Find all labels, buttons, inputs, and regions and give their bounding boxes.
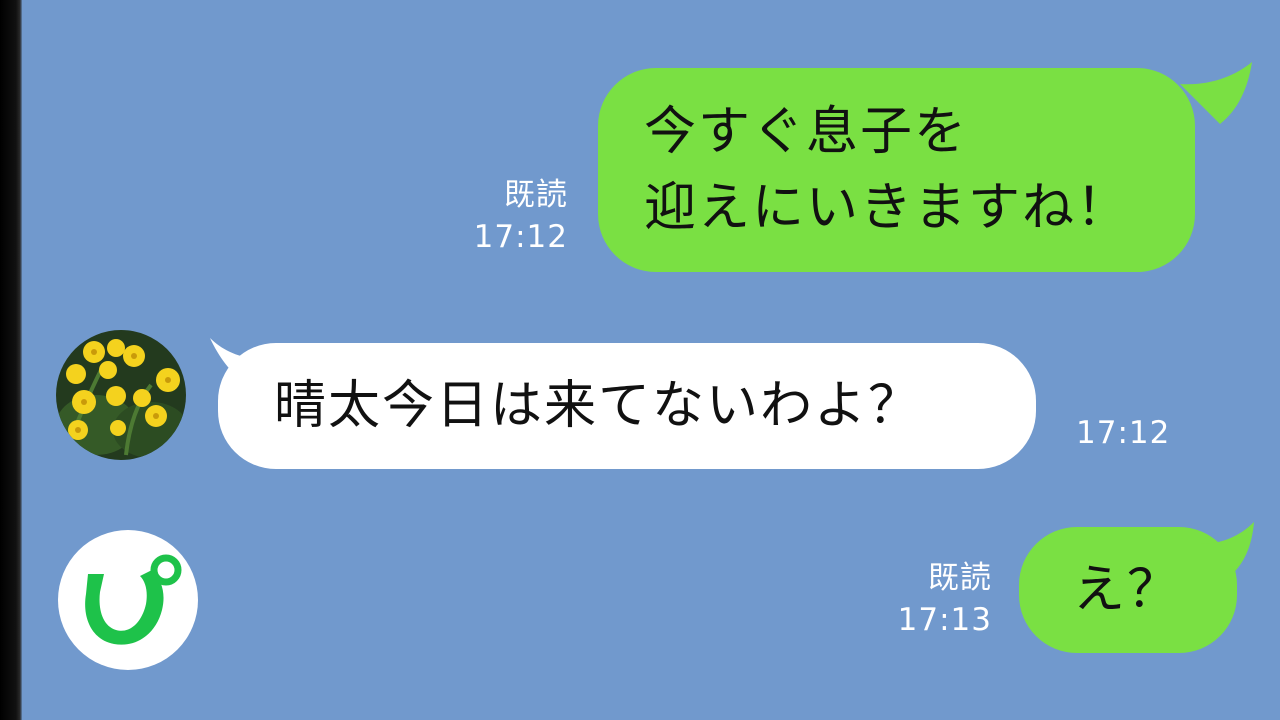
- message-text-line: 晴太今日は来てないわよ？: [274, 376, 923, 436]
- read-receipt: 既読: [928, 560, 992, 596]
- yellow-flowers-avatar-icon: [56, 330, 186, 460]
- message-meta: 17:12: [1076, 412, 1170, 454]
- bubble-tail: [1200, 522, 1254, 576]
- timestamp: 17:12: [473, 219, 568, 255]
- message-meta: 既読 17:13: [898, 557, 992, 641]
- timestamp: 17:12: [1076, 415, 1171, 451]
- device-bezel-edge: [0, 0, 22, 720]
- pi-logo: [58, 530, 198, 670]
- message-bubble[interactable]: 晴太今日は来てないわよ？: [218, 343, 1036, 469]
- message-text-line: 今すぐ息子を: [644, 102, 969, 162]
- message-meta: 既読 17:12: [474, 174, 568, 258]
- message-text-line: 迎えにいきますね！: [644, 178, 1131, 238]
- timestamp: 17:13: [897, 602, 992, 638]
- read-receipt: 既読: [504, 177, 568, 213]
- message-bubble[interactable]: 今すぐ息子を 迎えにいきますね！: [598, 68, 1195, 272]
- message-text-line: え？: [1073, 560, 1182, 620]
- bubble-tail: [1180, 62, 1252, 124]
- pi-logo-icon: [85, 554, 182, 645]
- avatar[interactable]: [56, 330, 186, 460]
